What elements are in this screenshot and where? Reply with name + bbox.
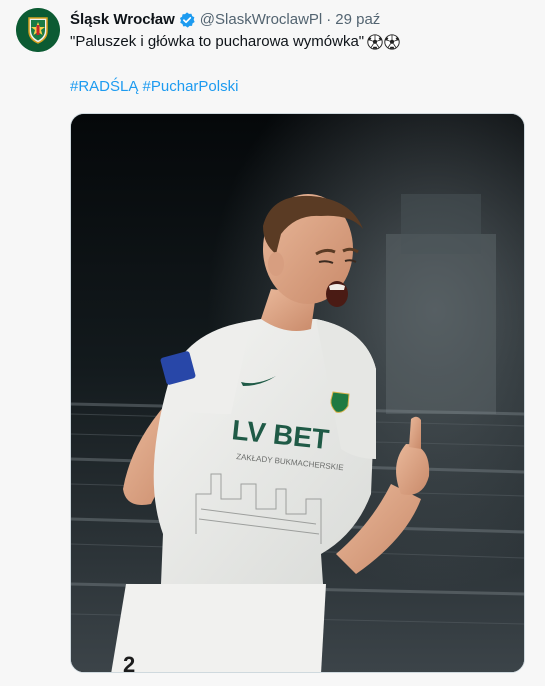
- verified-badge-icon: [179, 12, 195, 28]
- tweet[interactable]: Śląsk Wrocław @SlaskWroclawPl · 29 paź "…: [0, 0, 545, 686]
- soccer-ball-icon: [384, 34, 400, 50]
- tweet-header: Śląsk Wrocław @SlaskWroclawPl · 29 paź: [70, 10, 380, 30]
- author-display-name[interactable]: Śląsk Wrocław: [70, 10, 175, 30]
- tweet-hashtags: #RADŚLĄ #PucharPolski: [70, 77, 238, 97]
- hashtag-link[interactable]: #RADŚLĄ: [70, 78, 138, 95]
- tweet-photo[interactable]: LV BET ZAKŁADY BUKMACHERSKIE 2: [70, 113, 525, 673]
- tweet-timestamp[interactable]: 29 paź: [335, 10, 380, 30]
- avatar[interactable]: [16, 8, 60, 52]
- player-celebration-photo: LV BET ZAKŁADY BUKMACHERSKIE 2: [71, 114, 524, 673]
- soccer-ball-icon: [367, 34, 383, 50]
- author-handle[interactable]: @SlaskWroclawPl: [200, 10, 322, 30]
- header-separator: ·: [326, 11, 332, 28]
- tweet-text-body: "Paluszek i główka to pucharowa wymówka": [70, 33, 365, 50]
- hashtag-link[interactable]: #PucharPolski: [143, 78, 239, 95]
- svg-text:2: 2: [123, 652, 135, 673]
- tweet-text: "Paluszek i główka to pucharowa wymówka": [70, 32, 530, 52]
- club-crest-icon: [16, 8, 60, 52]
